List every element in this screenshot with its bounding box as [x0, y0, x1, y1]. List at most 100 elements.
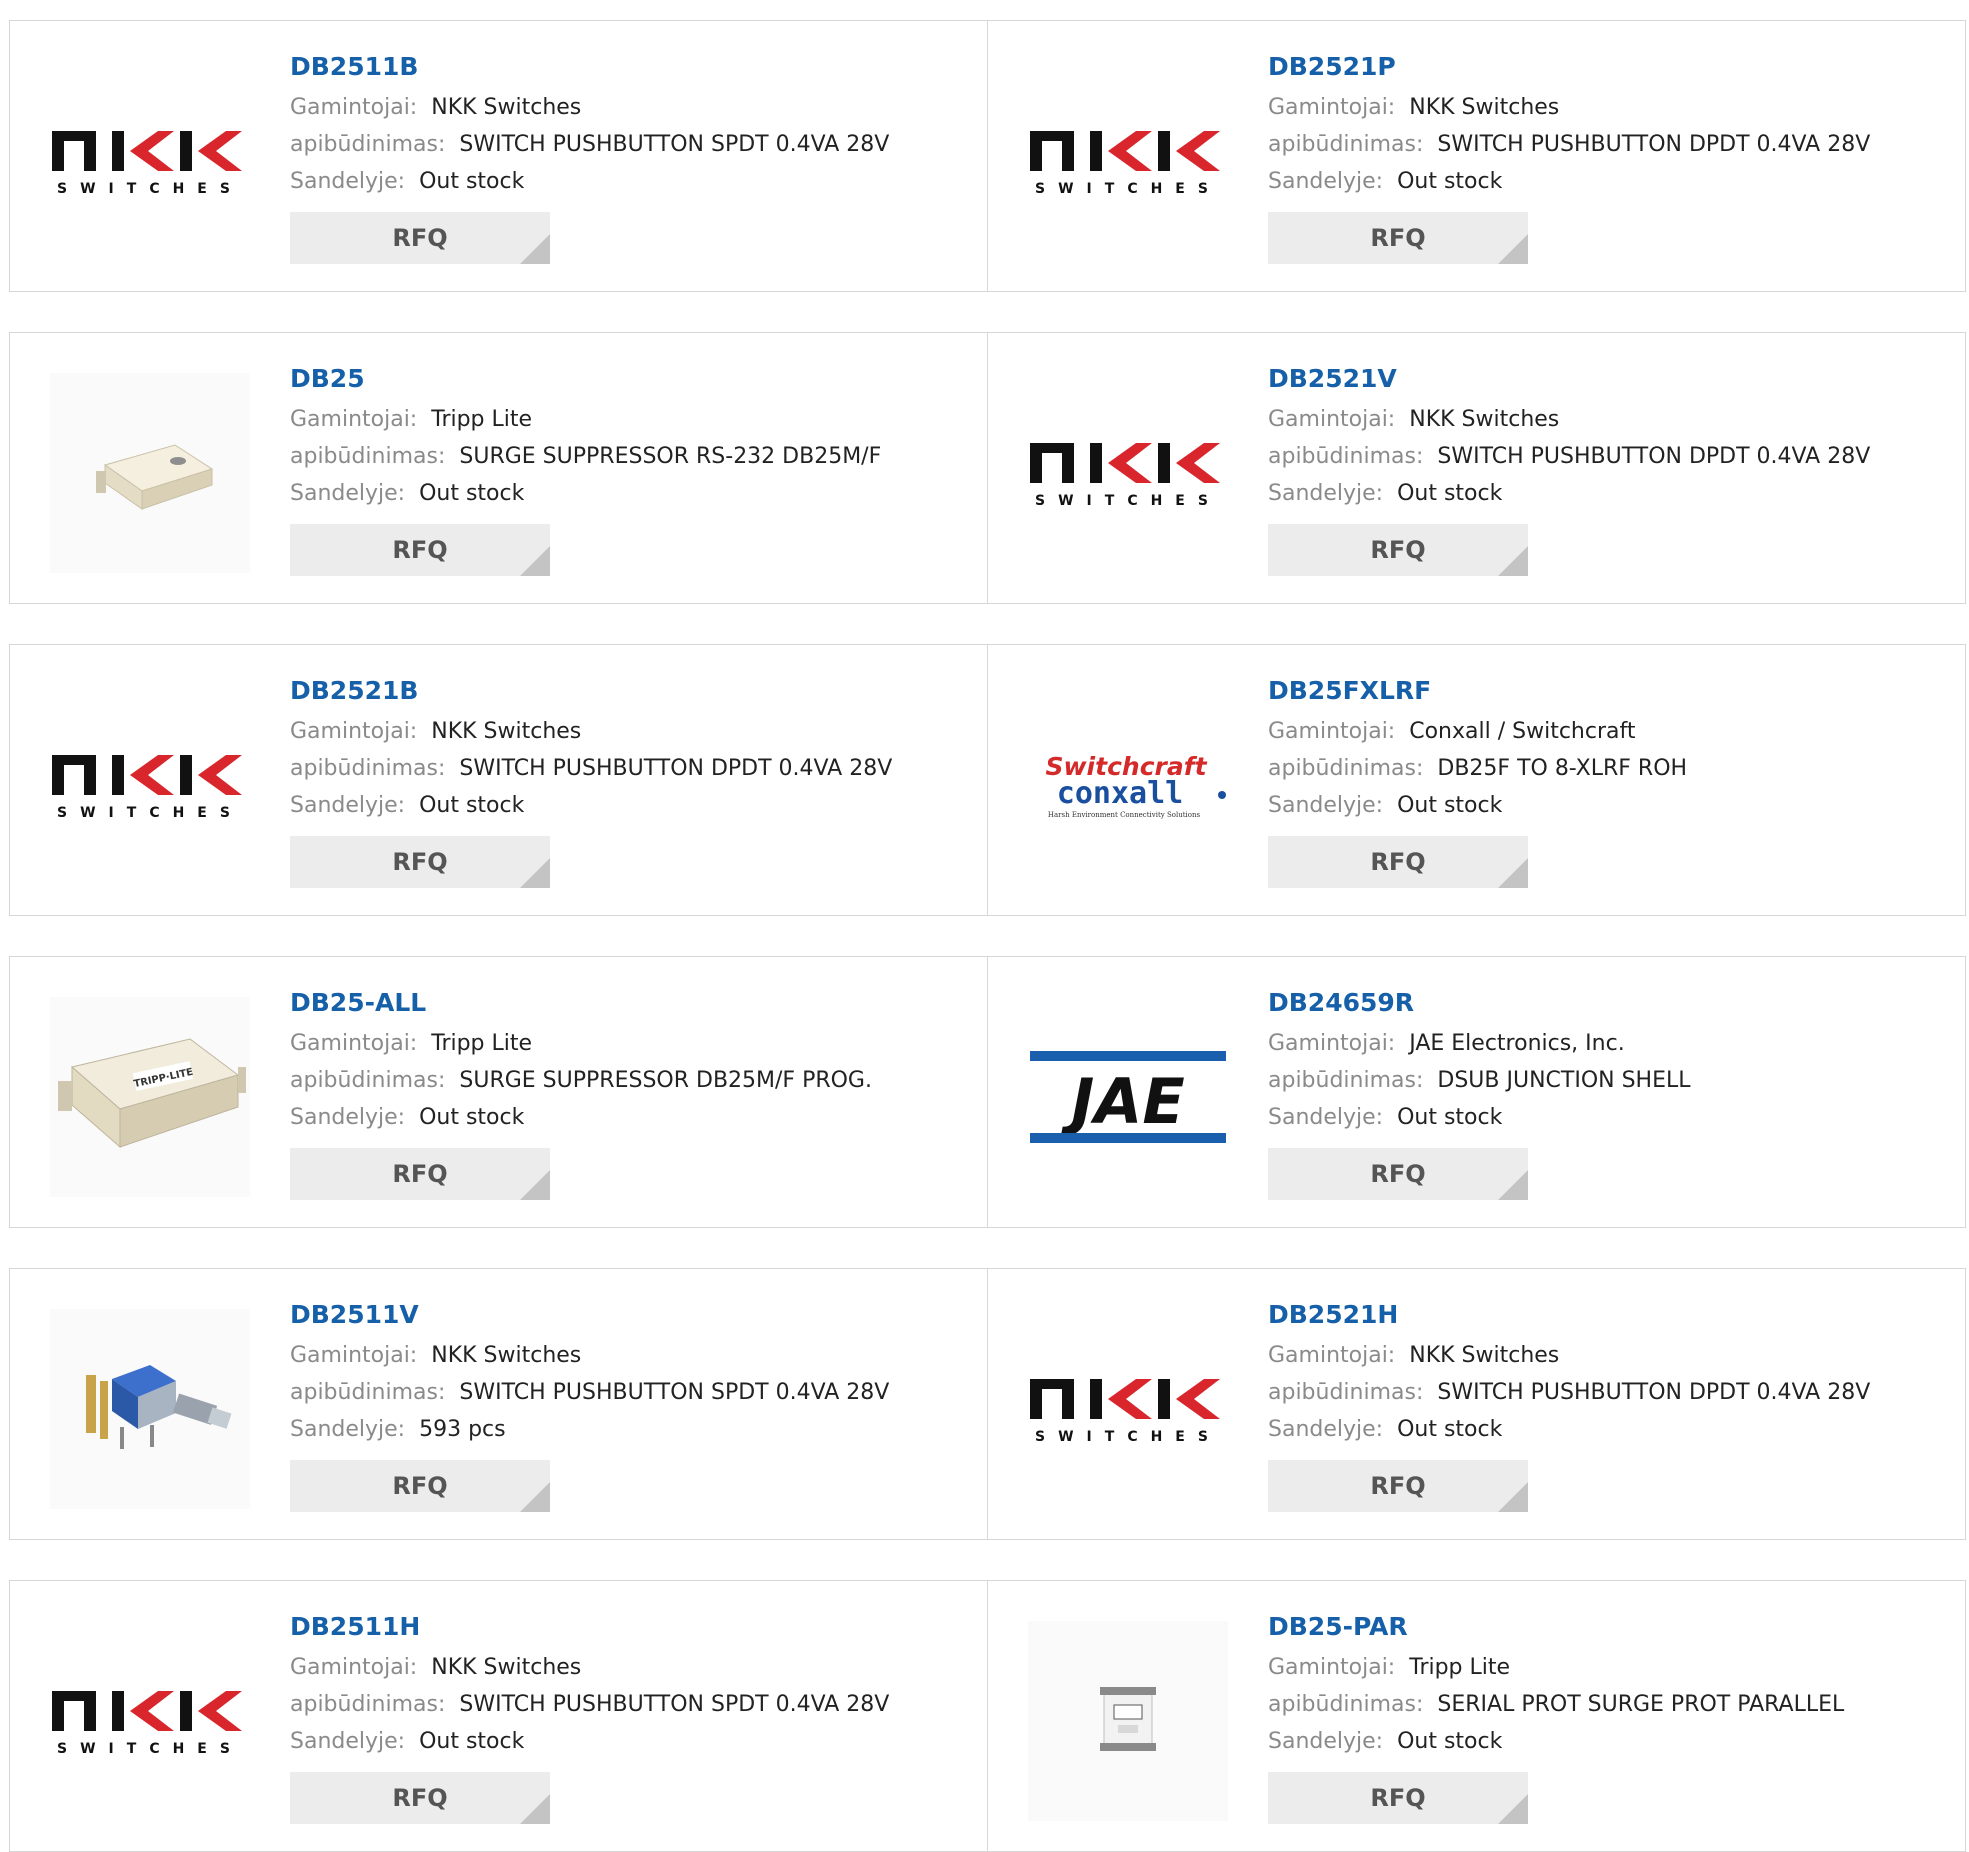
part-number-link[interactable]: DB2521H — [1268, 1297, 1946, 1337]
rfq-button[interactable]: RFQ — [290, 212, 550, 264]
nkk-logo-icon: SWITCHES — [52, 755, 242, 821]
product-info: DB25-ALL Gamintojai: Tripp Lite apibūdini… — [290, 985, 968, 1200]
product-card: SWITCHES DB2511H Gamintojai: NKK Switches… — [10, 1581, 988, 1851]
rfq-button[interactable]: RFQ — [290, 524, 550, 576]
product-row: DB25 Gamintojai: Tripp Lite apibūdinimas:… — [9, 332, 1966, 604]
rfq-button[interactable]: RFQ — [1268, 1148, 1528, 1200]
manufacturer-logo[interactable]: SWITCHES — [50, 1621, 250, 1821]
rfq-button[interactable]: RFQ — [290, 1460, 550, 1512]
surge-suppressor-icon: TRIPP·LITE — [58, 1038, 246, 1149]
product-card: SWITCHES DB2521P Gamintojai: NKK Switches… — [988, 21, 1966, 291]
rfq-button[interactable]: RFQ — [1268, 524, 1528, 576]
manufacturer-field: Gamintojai: Tripp Lite — [290, 401, 968, 438]
manufacturer-logo[interactable]: SWITCHES — [1028, 61, 1228, 261]
stock-value: Out stock — [1397, 793, 1503, 818]
nkk-logo-icon: SWITCHES — [1030, 443, 1220, 509]
product-photo[interactable]: TRIPP·LITE — [50, 997, 250, 1197]
manufacturer-logo[interactable]: JAE — [1028, 997, 1228, 1197]
nkk-logo-icon: SWITCHES — [52, 131, 243, 197]
stock-field: Sandelyje: Out stock — [1268, 163, 1946, 200]
manufacturer-label: Gamintojai: — [290, 95, 418, 120]
product-photo[interactable] — [50, 373, 250, 573]
part-number-link[interactable]: DB2511B — [290, 49, 968, 89]
nkk-logo-subtext: SWITCHES — [1035, 181, 1221, 197]
stock-value: Out stock — [1397, 481, 1503, 506]
surge-suppressor-icon — [96, 444, 214, 510]
part-number-link[interactable]: DB25-PAR — [1268, 1609, 1946, 1649]
conxall-tagline: Harsh Environment Connectivity Solutions — [1048, 811, 1201, 819]
description-label: apibūdinimas: — [290, 1692, 446, 1717]
manufacturer-logo[interactable]: SWITCHES — [1028, 373, 1228, 573]
stock-label: Sandelyje: — [1268, 793, 1384, 818]
product-photo[interactable] — [50, 1309, 250, 1509]
manufacturer-label: Gamintojai: — [290, 407, 418, 432]
description-value: DB25F TO 8-XLRF ROH — [1437, 756, 1688, 781]
stock-value: Out stock — [419, 481, 525, 506]
product-card: DB25 Gamintojai: Tripp Lite apibūdinimas:… — [10, 333, 988, 603]
stock-field: Sandelyje: Out stock — [1268, 1099, 1946, 1136]
description-label: apibūdinimas: — [1268, 1692, 1424, 1717]
rfq-button[interactable]: RFQ — [290, 1148, 550, 1200]
manufacturer-field: Gamintojai: JAE Electronics, Inc. — [1268, 1025, 1946, 1062]
rfq-button[interactable]: RFQ — [1268, 1772, 1528, 1824]
part-number-link[interactable]: DB2521P — [1268, 49, 1946, 89]
description-field: apibūdinimas: DB25F TO 8-XLRF ROH — [1268, 750, 1946, 787]
stock-value: Out stock — [419, 1105, 525, 1130]
manufacturer-value: NKK Switches — [1409, 95, 1560, 120]
stock-label: Sandelyje: — [290, 793, 406, 818]
part-number-link[interactable]: DB2511H — [290, 1609, 968, 1649]
part-number-link[interactable]: DB24659R — [1268, 985, 1946, 1025]
product-row: SWITCHES DB2511H Gamintojai: NKK Switches… — [9, 1580, 1966, 1852]
product-photo[interactable] — [1028, 1621, 1228, 1821]
corner-triangle-icon — [1498, 1170, 1528, 1200]
rfq-button[interactable]: RFQ — [1268, 212, 1528, 264]
manufacturer-logo[interactable]: SWITCHES — [50, 61, 250, 261]
description-label: apibūdinimas: — [1268, 132, 1424, 157]
manufacturer-logo[interactable]: Switchcraft conxall Harsh Environment Co… — [1028, 685, 1228, 885]
stock-label: Sandelyje: — [290, 481, 406, 506]
part-number-link[interactable]: DB25-ALL — [290, 985, 968, 1025]
stock-value: Out stock — [1397, 169, 1503, 194]
description-value: SWITCH PUSHBUTTON DPDT 0.4VA 28V — [459, 756, 893, 781]
pushbutton-switch-icon — [86, 1365, 232, 1449]
stock-label: Sandelyje: — [1268, 1729, 1384, 1754]
nkk-logo-subtext: SWITCHES — [57, 181, 243, 197]
rfq-button[interactable]: RFQ — [290, 1772, 550, 1824]
conxall-logo-text: conxall — [1057, 776, 1183, 811]
manufacturer-value: NKK Switches — [431, 1655, 582, 1680]
stock-value: Out stock — [1397, 1729, 1503, 1754]
stock-value: Out stock — [1397, 1105, 1503, 1130]
description-label: apibūdinimas: — [1268, 1380, 1424, 1405]
corner-triangle-icon — [520, 1482, 550, 1512]
manufacturer-value: NKK Switches — [1409, 407, 1560, 432]
description-field: apibūdinimas: SURGE SUPPRESSOR DB25M/F PR… — [290, 1062, 968, 1099]
nkk-logo-subtext: SWITCHES — [57, 1741, 243, 1757]
description-value: DSUB JUNCTION SHELL — [1437, 1068, 1691, 1093]
part-number-link[interactable]: DB25FXLRF — [1268, 673, 1946, 713]
manufacturer-logo[interactable]: SWITCHES — [50, 685, 250, 885]
stock-value: Out stock — [1397, 1417, 1503, 1442]
part-number-link[interactable]: DB2521V — [1268, 361, 1946, 401]
stock-field: Sandelyje: Out stock — [290, 163, 968, 200]
description-label: apibūdinimas: — [290, 756, 446, 781]
stock-label: Sandelyje: — [290, 1105, 406, 1130]
product-info: DB25-PAR Gamintojai: Tripp Lite apibūdini… — [1268, 1609, 1946, 1824]
rfq-button[interactable]: RFQ — [1268, 1460, 1528, 1512]
corner-triangle-icon — [1498, 1482, 1528, 1512]
stock-field: Sandelyje: Out stock — [1268, 787, 1946, 824]
manufacturer-label: Gamintojai: — [290, 719, 418, 744]
part-number-link[interactable]: DB2511V — [290, 1297, 968, 1337]
product-row: DB2511V Gamintojai: NKK Switches apibūdin… — [9, 1268, 1966, 1540]
stock-value: Out stock — [419, 169, 525, 194]
part-number-link[interactable]: DB25 — [290, 361, 968, 401]
description-field: apibūdinimas: SWITCH PUSHBUTTON DPDT 0.4V… — [1268, 126, 1946, 163]
part-number-link[interactable]: DB2521B — [290, 673, 968, 713]
switchcraft-conxall-logo-icon: Switchcraft conxall Harsh Environment Co… — [1045, 752, 1226, 819]
rfq-button[interactable]: RFQ — [1268, 836, 1528, 888]
corner-triangle-icon — [1498, 1794, 1528, 1824]
manufacturer-field: Gamintojai: NKK Switches — [1268, 401, 1946, 438]
rfq-button[interactable]: RFQ — [290, 836, 550, 888]
rfq-label: RFQ — [392, 224, 448, 252]
manufacturer-field: Gamintojai: NKK Switches — [290, 1649, 968, 1686]
manufacturer-logo[interactable]: SWITCHES — [1028, 1309, 1228, 1509]
